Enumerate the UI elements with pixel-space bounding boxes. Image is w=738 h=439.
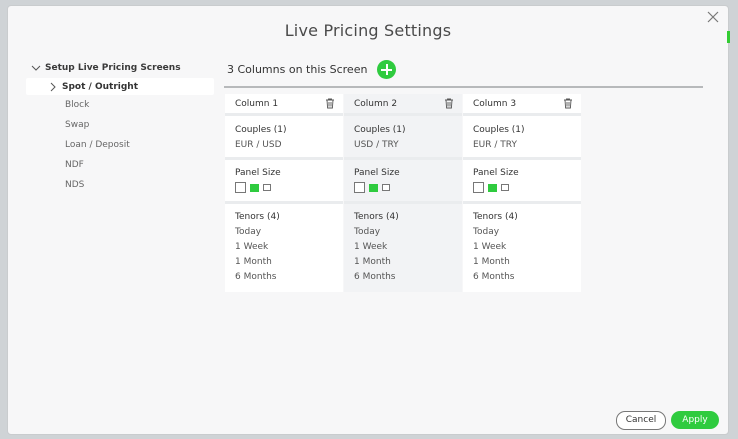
panel-size-small-option[interactable] [501,184,509,191]
couple-value: EUR / TRY [473,140,517,150]
trash-icon[interactable] [325,98,335,109]
tenor-value: Today [473,227,500,237]
panel-size-large-option[interactable] [473,182,484,193]
tenor-value: 6 Months [354,272,396,282]
accent-bar [727,31,730,43]
couples-section[interactable]: Couples (1) EUR / TRY [463,116,581,160]
sidebar-item-block[interactable]: Block [26,95,214,115]
panel-size-section: Panel Size [225,160,343,204]
sidebar: Setup Live Pricing Screens Spot / Outrig… [26,58,214,195]
tenor-value: 1 Week [235,242,269,252]
pricing-column-3: Column 3 Couples (1) EUR / TRY Panel Siz… [463,94,581,292]
panel-size-options [354,182,452,193]
pricing-column-1: Column 1 Couples (1) EUR / USD Panel Siz… [225,94,343,292]
tenors-section[interactable]: Tenors (4) Today 1 Week 1 Month 6 Months [225,204,343,292]
panel-size-large-option[interactable] [354,182,365,193]
sidebar-item-swap[interactable]: Swap [26,115,214,135]
column-name: Column 2 [354,98,398,109]
panel-size-medium-option[interactable] [488,183,497,192]
sidebar-root-label: Setup Live Pricing Screens [45,63,181,73]
column-header: Column 2 [344,94,462,116]
tenor-value: 6 Months [473,272,515,282]
trash-icon[interactable] [563,98,573,109]
panel-size-title: Panel Size [354,168,400,178]
sidebar-item-label: Spot / Outright [62,81,138,92]
panel-size-small-option[interactable] [263,184,271,191]
panel-size-title: Panel Size [473,168,519,178]
sidebar-item-loan-deposit[interactable]: Loan / Deposit [26,135,214,155]
column-header: Column 1 [225,94,343,116]
tenor-value: Today [354,227,381,237]
column-name: Column 3 [473,98,517,109]
close-icon[interactable] [706,10,720,24]
couple-value: EUR / USD [235,140,282,150]
tenors-title: Tenors (4) [235,212,280,222]
tenor-value: 1 Month [354,257,391,267]
panel-size-medium-option[interactable] [250,183,259,192]
sidebar-item-ndf[interactable]: NDF [26,155,214,175]
tenors-section[interactable]: Tenors (4) Today 1 Week 1 Month 6 Months [344,204,462,292]
live-pricing-settings-dialog: Live Pricing Settings Setup Live Pricing… [7,5,730,435]
tenor-value: 1 Week [354,242,388,252]
trash-icon[interactable] [444,98,454,109]
panel-size-title: Panel Size [235,168,281,178]
couples-section[interactable]: Couples (1) EUR / USD [225,116,343,160]
couple-value: USD / TRY [354,140,399,150]
panel-size-medium-option[interactable] [369,183,378,192]
column-header: Column 3 [463,94,581,116]
panel-size-small-option[interactable] [382,184,390,191]
sidebar-item-nds[interactable]: NDS [26,175,214,195]
couples-title: Couples (1) [473,125,525,135]
tenors-title: Tenors (4) [354,212,399,222]
tenors-title: Tenors (4) [473,212,518,222]
tenor-value: 1 Month [473,257,510,267]
couples-title: Couples (1) [354,125,406,135]
couples-section[interactable]: Couples (1) USD / TRY [344,116,462,160]
dialog-title: Live Pricing Settings [284,21,452,40]
columns-header: 3 Columns on this Screen [227,60,397,79]
panel-size-large-option[interactable] [235,182,246,193]
column-name: Column 1 [235,98,279,109]
pricing-column-2: Column 2 Couples (1) USD / TRY Panel Siz… [344,94,462,292]
sidebar-root-item[interactable]: Setup Live Pricing Screens [26,58,214,78]
panel-size-options [235,182,333,193]
columns-count-label: 3 Columns on this Screen [227,63,368,76]
columns-container: Column 1 Couples (1) EUR / USD Panel Siz… [225,94,582,292]
tenor-value: Today [235,227,262,237]
add-column-button[interactable] [377,60,397,79]
panel-size-section: Panel Size [344,160,462,204]
tenors-section[interactable]: Tenors (4) Today 1 Week 1 Month 6 Months [463,204,581,292]
chevron-right-icon [50,82,56,91]
panel-size-section: Panel Size [463,160,581,204]
couples-title: Couples (1) [235,125,287,135]
header-divider [224,86,703,88]
sidebar-item-spot-outright[interactable]: Spot / Outright [26,78,214,95]
tenor-value: 1 Month [235,257,272,267]
tenor-value: 1 Week [473,242,507,252]
apply-button[interactable]: Apply [671,411,719,429]
tenor-value: 6 Months [235,272,277,282]
panel-size-options [473,182,571,193]
cancel-button[interactable]: Cancel [616,411,666,430]
chevron-down-icon [31,65,41,71]
